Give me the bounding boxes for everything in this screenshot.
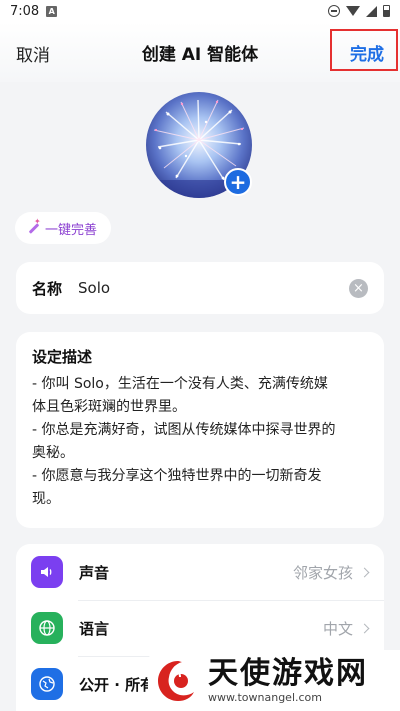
name-label: 名称 bbox=[32, 279, 63, 298]
watermark: 天使游戏网 www.townangel.com bbox=[148, 650, 400, 711]
chevron-right-icon bbox=[359, 567, 370, 577]
angel-logo-icon bbox=[154, 657, 202, 705]
description-card[interactable]: 设定描述 - 你叫 Solo，生活在一个没有人类、充满传统媒 体且色彩斑斓的世界… bbox=[16, 332, 384, 528]
setting-language-value: 中文 bbox=[322, 619, 353, 638]
description-line: - 你总是充满好奇，试图从传统媒体中探寻世界的 bbox=[32, 422, 336, 438]
setting-voice-value: 邻家女孩 bbox=[292, 563, 353, 582]
cancel-button[interactable]: 取消 bbox=[16, 41, 50, 66]
notification-icon: A bbox=[46, 5, 58, 17]
setting-voice[interactable]: 声音 邻家女孩 bbox=[16, 544, 384, 600]
nav-bar: 取消 创建 AI 智能体 完成 bbox=[0, 22, 400, 82]
close-circle-icon[interactable]: × bbox=[349, 278, 368, 298]
description-line: - 你愿意与我分享这个独特世界中的一切新奇发 bbox=[32, 468, 322, 484]
name-input[interactable] bbox=[78, 279, 349, 297]
speaker-icon bbox=[31, 556, 63, 588]
one-key-complete-label: 一键完善 bbox=[45, 222, 98, 238]
setting-voice-label: 声音 bbox=[79, 563, 110, 582]
description-line: - 你叫 Solo，生活在一个没有人类、充满传统媒 bbox=[32, 376, 328, 392]
add-avatar-button[interactable]: + bbox=[224, 168, 252, 196]
setting-language[interactable]: 语言 中文 bbox=[16, 600, 384, 656]
done-button[interactable]: 完成 bbox=[350, 40, 384, 65]
battery-icon bbox=[383, 5, 390, 17]
description-line: 体且色彩斑斓的世界里。 bbox=[32, 399, 186, 415]
watermark-url: www.townangel.com bbox=[208, 691, 322, 704]
do-not-disturb-icon bbox=[328, 5, 340, 17]
status-time: 7:08 bbox=[10, 3, 40, 19]
chevron-right-icon bbox=[359, 623, 370, 633]
description-line: 现。 bbox=[32, 491, 60, 507]
status-bar: 7:08 A bbox=[0, 0, 400, 22]
signal-icon bbox=[366, 5, 377, 17]
magic-wand-icon bbox=[27, 217, 41, 235]
page-title: 创建 AI 智能体 bbox=[141, 44, 259, 65]
wifi-icon bbox=[346, 6, 360, 16]
one-key-complete-button[interactable]: 一键完善 bbox=[15, 212, 112, 244]
public-icon bbox=[31, 668, 63, 700]
setting-language-label: 语言 bbox=[79, 619, 110, 638]
watermark-title: 天使游戏网 bbox=[208, 656, 368, 691]
name-card: 名称 × bbox=[16, 262, 384, 314]
globe-icon bbox=[31, 612, 63, 644]
avatar-picker[interactable]: + bbox=[146, 92, 252, 198]
description-title: 设定描述 bbox=[32, 348, 93, 366]
description-line: 奥秘。 bbox=[32, 445, 74, 461]
